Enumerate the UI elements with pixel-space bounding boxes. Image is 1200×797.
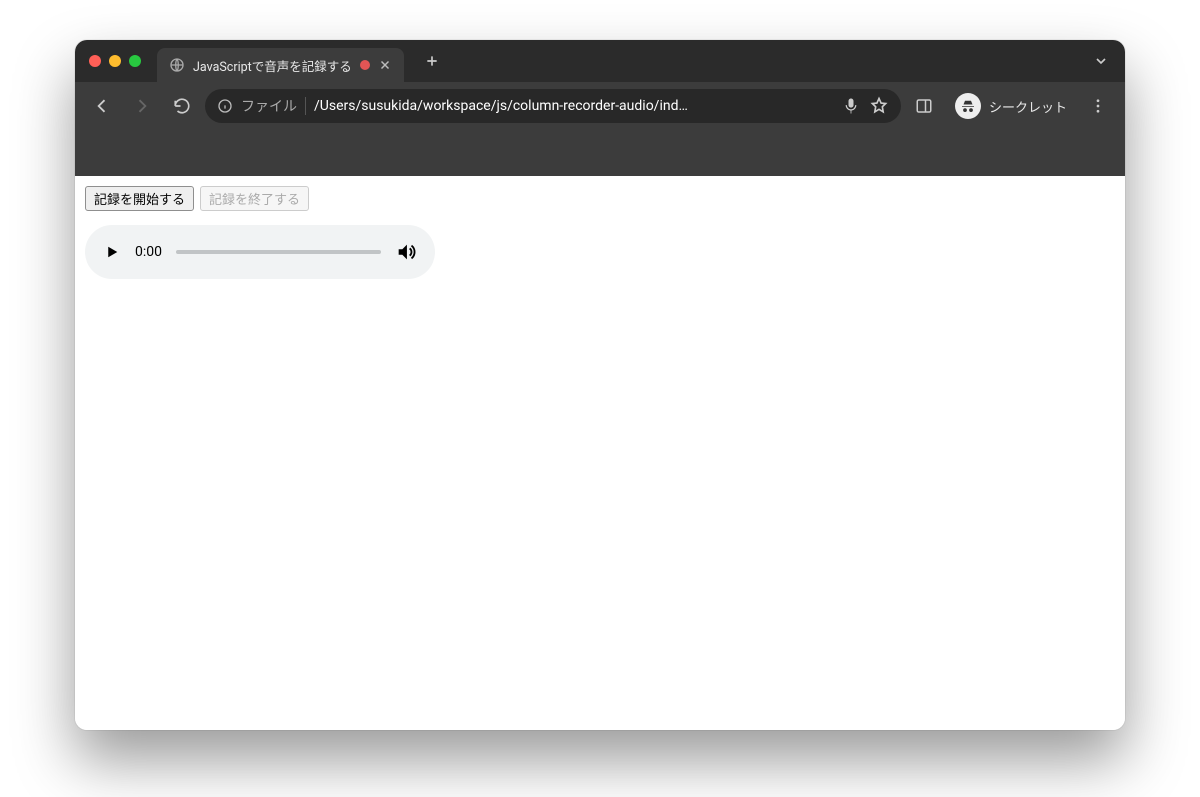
bookmark-star-icon[interactable] [869,96,889,116]
forward-button[interactable] [125,89,159,123]
divider [305,97,306,115]
play-icon[interactable] [103,243,121,261]
toolbar: ファイル /Users/susukida/workspace/js/column… [75,82,1125,130]
close-window-button[interactable] [89,55,101,67]
browser-tab[interactable]: JavaScriptで音声を記録する [157,48,404,82]
recording-indicator-icon [360,60,370,70]
browser-menu-button[interactable] [1081,89,1115,123]
url-text: /Users/susukida/workspace/js/column-reco… [314,98,833,114]
side-panel-button[interactable] [907,89,941,123]
new-tab-button[interactable] [418,47,446,75]
incognito-icon [955,93,981,119]
reload-button[interactable] [165,89,199,123]
browser-window: JavaScriptで音声を記録する ファイル [75,40,1125,730]
titlebar: JavaScriptで音声を記録する [75,40,1125,82]
incognito-label: シークレット [989,97,1067,116]
start-recording-button[interactable]: 記録を開始する [85,186,194,211]
volume-icon[interactable] [395,241,417,263]
voice-search-icon[interactable] [841,96,861,116]
stop-recording-button[interactable]: 記録を終了する [200,186,309,211]
minimize-window-button[interactable] [109,55,121,67]
window-collapse-button[interactable] [1091,51,1111,71]
audio-time: 0:00 [135,244,162,260]
button-row: 記録を開始する 記録を終了する [85,186,1115,211]
back-button[interactable] [85,89,119,123]
audio-player[interactable]: 0:00 [85,225,435,279]
address-bar[interactable]: ファイル /Users/susukida/workspace/js/column… [205,89,901,123]
fullscreen-window-button[interactable] [129,55,141,67]
page-content: 記録を開始する 記録を終了する 0:00 [75,176,1125,730]
close-tab-icon[interactable] [378,58,392,72]
audio-seek-track[interactable] [176,250,381,254]
site-info-icon[interactable] [217,98,233,114]
window-controls [89,55,141,67]
toolbar-lower [75,130,1125,176]
tab-title: JavaScriptで音声を記録する [193,56,352,75]
url-scheme-label: ファイル [241,96,297,116]
incognito-indicator[interactable]: シークレット [947,93,1075,119]
globe-icon [169,57,185,73]
